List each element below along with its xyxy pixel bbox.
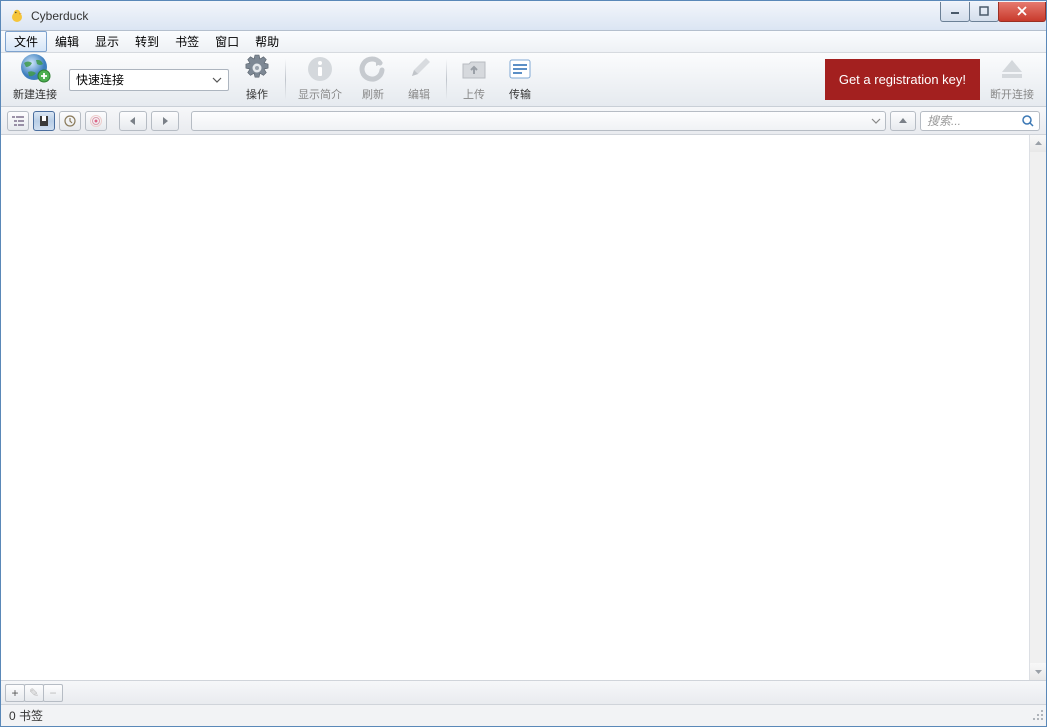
nav-forward-button[interactable] [151,111,179,131]
scroll-up-button[interactable] [1030,135,1046,152]
toolbar-separator [285,59,286,100]
refresh-label: 刷新 [362,86,384,102]
refresh-icon [358,54,388,84]
eject-icon [997,54,1027,84]
edit-label: 编辑 [408,86,430,102]
statusbar: 0 书签 [1,704,1046,726]
chevron-down-icon[interactable] [209,72,225,88]
quick-connect: 快速连接 [65,53,233,106]
window-buttons [941,2,1046,22]
scroll-down-button[interactable] [1030,663,1046,680]
new-connection-label: 新建连接 [13,86,57,102]
info-button[interactable]: 显示简介 [290,53,350,106]
registration-label: Get a registration key! [839,72,966,87]
bonjour-icon [89,115,103,127]
action-label: 操作 [246,86,268,102]
edit-bookmark-button[interactable]: ✎ [24,684,44,702]
nav-back-button[interactable] [119,111,147,131]
nav-up-button[interactable] [890,111,916,131]
content-area [1,135,1046,680]
quick-connect-input[interactable]: 快速连接 [69,69,229,91]
transfers-button[interactable]: 传输 [497,53,543,106]
search-placeholder: 搜索... [927,112,961,129]
pencil-icon [404,54,434,84]
app-icon [9,8,25,24]
refresh-button[interactable]: 刷新 [350,53,396,106]
triangle-up-icon [898,116,908,126]
remove-bookmark-button[interactable]: − [43,684,63,702]
add-bookmark-button[interactable]: + [5,684,25,702]
upload-label: 上传 [463,86,485,102]
disconnect-label: 断开连接 [990,86,1034,102]
bookmark-icon [38,115,50,127]
new-connection-button[interactable]: 新建连接 [5,53,65,106]
quick-connect-value: 快速连接 [76,71,124,88]
view-bookmarks-button[interactable] [33,111,55,131]
info-icon [305,54,335,84]
view-bonjour-button[interactable] [85,111,107,131]
action-button[interactable]: 操作 [233,53,281,106]
window-title: Cyberduck [31,9,941,23]
triangle-right-icon [160,116,170,126]
menubar: 文件 编辑 显示 转到 书签 窗口 帮助 [1,31,1046,53]
vertical-scrollbar[interactable] [1029,135,1046,680]
menu-bookmarks[interactable]: 书签 [167,31,207,52]
toolbar-separator-2 [446,59,447,100]
info-label: 显示简介 [298,86,342,102]
transfers-icon [505,54,535,84]
globe-plus-icon [18,52,52,84]
view-outline-button[interactable] [7,111,29,131]
maximize-button[interactable] [969,2,999,22]
minimize-button[interactable] [940,2,970,22]
upload-button[interactable]: 上传 [451,53,497,106]
disconnect-button[interactable]: 断开连接 [982,53,1042,106]
menu-go[interactable]: 转到 [127,31,167,52]
transfers-label: 传输 [509,86,531,102]
menu-edit[interactable]: 编辑 [47,31,87,52]
close-button[interactable] [998,2,1046,22]
navbar: 搜索... [1,107,1046,135]
edit-button[interactable]: 编辑 [396,53,442,106]
menu-help[interactable]: 帮助 [247,31,287,52]
toolbar-spacer [543,53,823,106]
titlebar: Cyberduck [1,1,1046,31]
search-icon [1021,114,1035,131]
menu-file[interactable]: 文件 [5,31,47,52]
chevron-down-icon[interactable] [871,114,881,131]
menu-view[interactable]: 显示 [87,31,127,52]
triangle-left-icon [128,116,138,126]
clock-icon [64,115,76,127]
gear-icon [241,52,273,84]
menu-window[interactable]: 窗口 [207,31,247,52]
toolbar: 新建连接 快速连接 操作 [1,53,1046,107]
view-history-button[interactable] [59,111,81,131]
outline-icon [11,115,25,127]
search-input[interactable]: 搜索... [920,111,1040,131]
nav-history-group [119,111,179,131]
resize-grip[interactable] [1032,709,1044,724]
path-dropdown[interactable] [191,111,886,131]
folder-up-icon [459,54,489,84]
status-text: 0 书签 [9,707,43,724]
bottombar: + ✎ − [1,680,1046,704]
app-window: Cyberduck 文件 编辑 显示 转到 书签 窗口 帮助 [0,0,1047,727]
registration-banner[interactable]: Get a registration key! [825,59,980,100]
view-mode-group [7,111,107,131]
